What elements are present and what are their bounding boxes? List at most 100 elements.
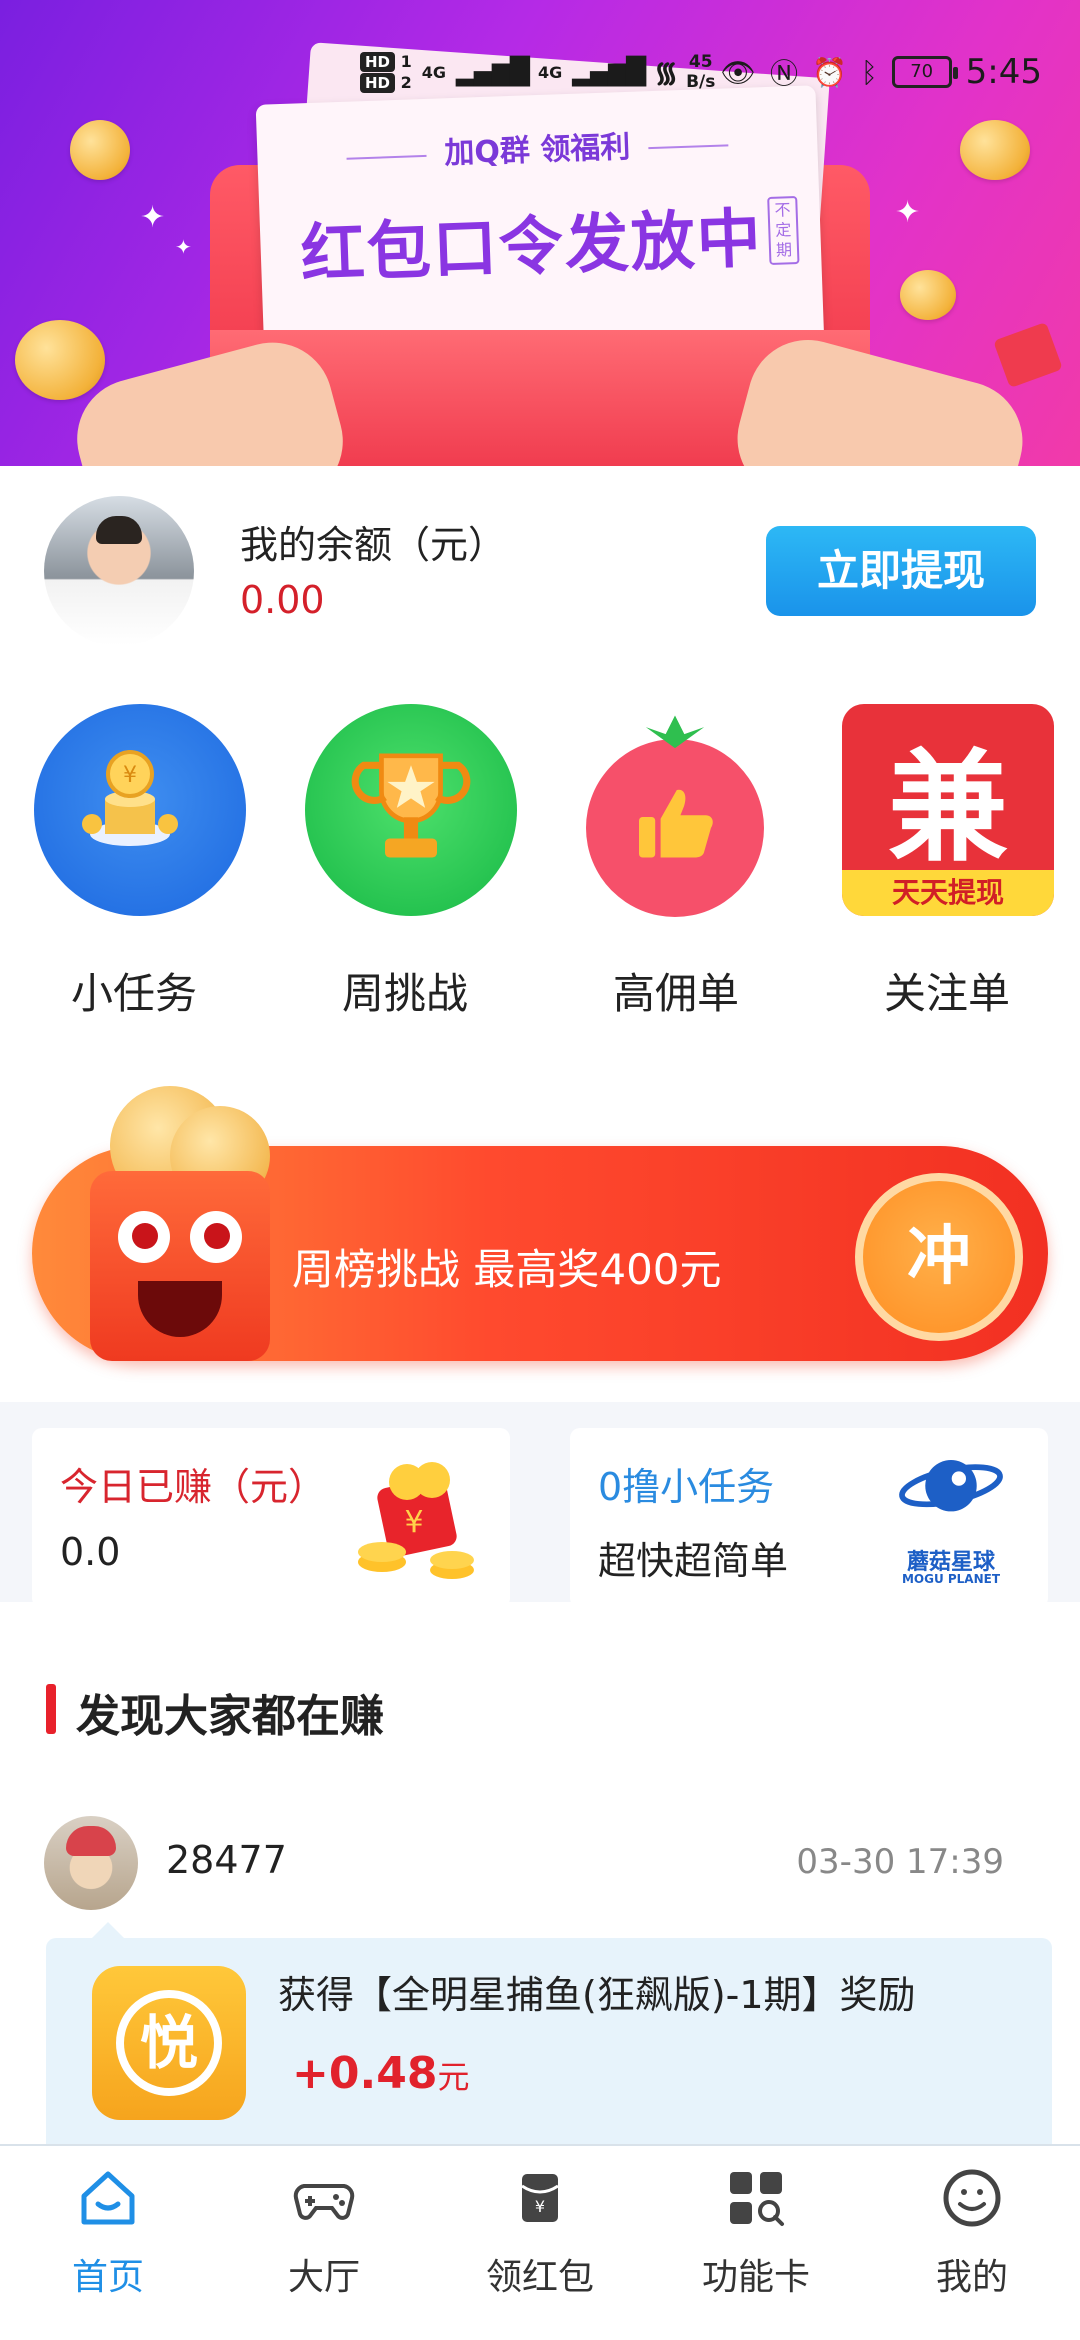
mini-task-card[interactable]: 0撸小任务 超快超简单 蘑菇星球 MOGU PLANET (570, 1428, 1048, 1608)
menu-item-small-task[interactable]: ¥ 小任务 (9, 704, 259, 1034)
jian-strip: 天天提现 (842, 870, 1054, 916)
bluetooth-icon: ᛒ (860, 55, 878, 89)
mascot-eye (190, 1211, 242, 1263)
gamepad-icon (293, 2184, 355, 2220)
game-app-icon: 悦 (92, 1966, 246, 2120)
battery-icon: 70 (891, 56, 958, 88)
game-icon-glyph: 悦 (116, 1990, 222, 2096)
mascot-icon (70, 1066, 300, 1366)
feed-username: 28477 (166, 1838, 287, 1882)
reward-unit: 元 (437, 2058, 470, 2096)
mini-task-title: 0撸小任务 (598, 1465, 775, 1509)
feed-avatar[interactable] (44, 1816, 138, 1910)
network-indicators: HD 1 HD 2 4G ▂▄▆█ 4G ▂▄▆█ ᯾ 45 B/s (360, 52, 715, 93)
top-banner[interactable]: ✦ ✦ ✦ 加Q群 领福利 红包口令发放中 不定期 HD 1 HD 2 4G ▂▄… (0, 0, 1080, 466)
sim-number: 1 (400, 52, 412, 71)
promo-go-button[interactable]: 冲 (855, 1173, 1023, 1341)
jian-app-icon: 兼 天天提现 (842, 704, 1054, 916)
banner-tag: 不定期 (767, 196, 800, 266)
nav-label: 首页 (71, 2257, 144, 2298)
balance-label: 我的余额（元） (240, 523, 507, 567)
coin-icon (15, 320, 105, 400)
system-indicators: 👁 Ⓝ ⏰ ᛒ 70 5:45 (720, 52, 1042, 92)
menu-item-weekly-challenge[interactable]: 周挑战 (280, 704, 530, 1034)
avatar[interactable] (44, 496, 194, 646)
jian-char: 兼 (888, 737, 1008, 878)
svg-text:¥: ¥ (404, 1505, 423, 1540)
coin-icon (900, 270, 956, 320)
sim-number: 2 (400, 73, 412, 92)
banner-subtitle: 加Q群 领福利 (257, 115, 818, 179)
sparkle-icon: ✦ (175, 235, 192, 259)
home-icon (81, 2171, 135, 2225)
menu-item-follow-order[interactable]: 兼 天天提现 关注单 (822, 704, 1072, 1034)
status-bar: HD 1 HD 2 4G ▂▄▆█ 4G ▂▄▆█ ᯾ 45 B/s 👁 Ⓝ ⏰ ᛒ… (0, 52, 1080, 112)
balance-value: 0.00 (240, 578, 325, 622)
trophy-icon (305, 704, 517, 916)
network-speed: 45 B/s (686, 52, 715, 92)
speed-unit: B/s (686, 72, 716, 92)
promo-text: 周榜挑战 最高奖400元 (292, 1245, 722, 1294)
nav-label: 领红包 (485, 2257, 594, 2298)
feed-text: 获得【全明星捕鱼(狂飙版)-1期】奖励 (278, 1973, 916, 2017)
banner-title: 红包口令发放中 (299, 202, 764, 293)
wifi-icon: ᯾ (654, 56, 678, 89)
section-marker (46, 1684, 56, 1734)
nav-label: 功能卡 (701, 2257, 810, 2298)
today-earned-card[interactable]: 今日已赚（元） 0.0 ¥ (32, 1428, 510, 1608)
balance-section: 我的余额（元） 0.00 立即提现 (0, 466, 1080, 656)
nav-label: 我的 (935, 2257, 1008, 2298)
nav-red-envelope[interactable]: ¥ 领红包 (432, 2166, 648, 2316)
nav-hall[interactable]: 大厅 (216, 2166, 432, 2316)
menu-item-high-commission[interactable]: 高佣单 (551, 704, 801, 1034)
nav-mine[interactable]: 我的 (864, 2166, 1080, 2316)
feed-reward: +0.48元 (292, 2048, 469, 2099)
network-type: 4G (421, 62, 446, 82)
menu-label: 小任务 (70, 969, 197, 1018)
thumbs-up-icon (586, 715, 764, 917)
sim-indicators: HD 1 HD 2 (360, 52, 412, 93)
mogu-planet-logo: 蘑菇星球 MOGU PLANET (876, 1450, 1026, 1590)
coin-icon (70, 120, 130, 180)
menu-label: 关注单 (883, 969, 1010, 1018)
coin-icon (960, 120, 1030, 180)
hd-badge: HD (360, 73, 396, 93)
eye-icon: 👁 (720, 55, 756, 89)
reward-amount: +0.48 (292, 2048, 438, 2099)
signal-icon: ▂▄▆█ (456, 57, 530, 87)
feed-timestamp: 03-30 17:39 (796, 1842, 1004, 1882)
coin-stack-icon: ¥ (34, 704, 246, 916)
sparkle-icon: ✦ (895, 195, 921, 230)
signal-icon: ▂▄▆█ (572, 57, 646, 87)
smiley-icon (943, 2169, 1001, 2227)
nav-label: 大厅 (287, 2257, 360, 2298)
logo-subtext: MOGU PLANET (901, 1572, 1001, 1586)
alarm-icon: ⏰ (811, 55, 847, 89)
menu-label: 高佣单 (612, 969, 739, 1018)
nav-home[interactable]: 首页 (0, 2166, 216, 2316)
withdraw-button[interactable]: 立即提现 (766, 526, 1036, 616)
mascot-eye (118, 1211, 170, 1263)
feature-menu: ¥ 小任务 周挑战 高佣单 兼 天天提现 关注单 (0, 704, 1080, 1034)
menu-label: 周挑战 (341, 969, 468, 1018)
mascot-mouth (138, 1281, 222, 1337)
red-envelope-icon: ¥ (521, 2174, 559, 2222)
svg-text:¥: ¥ (123, 763, 137, 788)
hd-badge: HD (360, 52, 396, 72)
small-red-envelope-icon (993, 321, 1063, 389)
bottom-nav: 首页 大厅 ¥ 领红包 功能卡 我的 (0, 2144, 1080, 2340)
clock: 5:45 (965, 52, 1042, 92)
money-pile-icon: ¥ (358, 1462, 474, 1579)
network-type: 4G (537, 62, 563, 82)
nav-function-card[interactable]: 功能卡 (648, 2166, 864, 2316)
banner-paper: 加Q群 领福利 红包口令发放中 不定期 (255, 85, 825, 365)
sparkle-icon: ✦ (140, 200, 166, 235)
today-earned-value: 0.0 (60, 1530, 121, 1574)
home-content: 我的余额（元） 0.00 立即提现 ¥ 小任务 周挑战 高佣单 兼 天天提现 关… (0, 466, 1080, 2340)
grid-search-icon (730, 2172, 784, 2226)
today-earned-title: 今日已赚（元） (60, 1465, 327, 1509)
mini-task-subtitle: 超快超简单 (598, 1539, 789, 1583)
speed-value: 45 (688, 52, 713, 72)
feed-card[interactable]: 悦 获得【全明星捕鱼(狂飙版)-1期】奖励 +0.48元 (46, 1922, 1052, 2168)
nfc-icon: Ⓝ (769, 57, 798, 90)
